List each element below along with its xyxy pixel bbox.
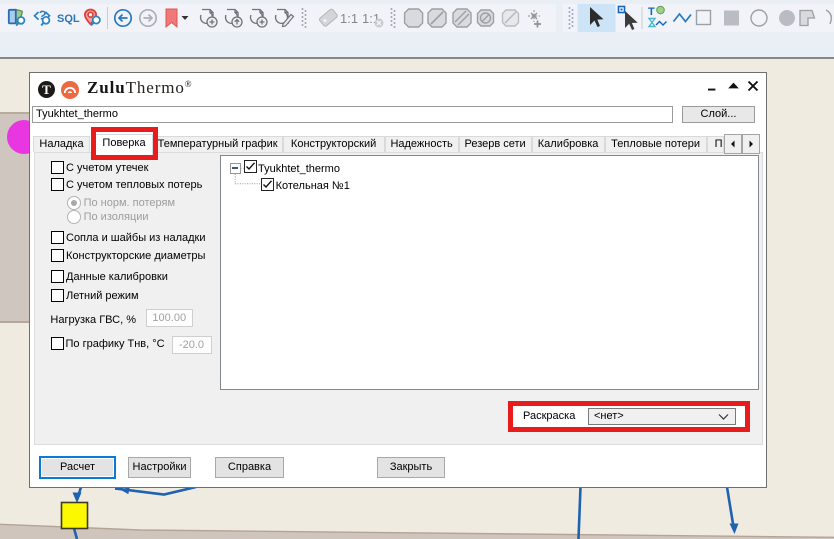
svg-text:1:1: 1:1 bbox=[340, 11, 358, 26]
svg-text:SQL: SQL bbox=[57, 13, 80, 25]
svg-text:T: T bbox=[648, 6, 655, 18]
